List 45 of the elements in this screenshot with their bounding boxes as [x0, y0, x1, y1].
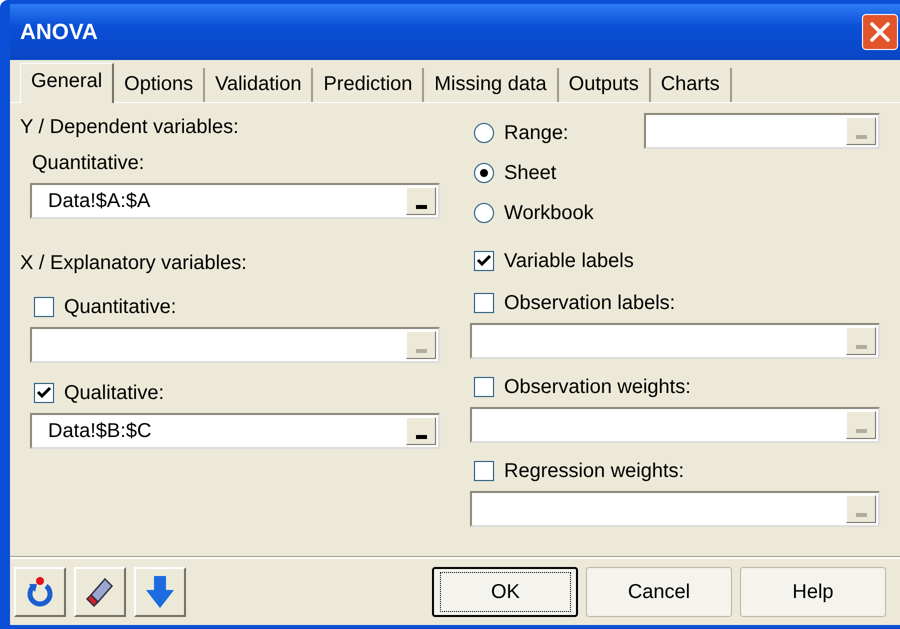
checkbox-label: Observation weights: [504, 376, 691, 398]
clear-button[interactable] [74, 567, 126, 617]
reset-button[interactable] [14, 567, 66, 617]
checkbox-label: Qualitative: [64, 382, 164, 404]
radio-label: Sheet [504, 162, 556, 184]
range-picker-button[interactable] [406, 417, 436, 445]
checkbox[interactable] [34, 383, 54, 403]
tab[interactable]: General [20, 63, 114, 103]
dialog-button[interactable]: Cancel [586, 567, 732, 617]
range-field[interactable] [644, 113, 880, 149]
checkbox[interactable] [474, 293, 494, 313]
checkbox[interactable] [474, 251, 494, 271]
checkbox[interactable] [34, 297, 54, 317]
range-field[interactable]: Data!$B:$C [30, 413, 440, 449]
range-field[interactable] [30, 327, 440, 363]
field-value: Data!$B:$C [47, 420, 152, 442]
radio-button[interactable] [474, 163, 494, 183]
window-title: ANOVA [20, 19, 98, 45]
checkbox[interactable] [474, 377, 494, 397]
range-field[interactable] [470, 323, 880, 359]
eraser-icon [85, 576, 115, 608]
dialog-button[interactable]: Help [740, 567, 886, 617]
range-picker-button[interactable] [406, 187, 436, 215]
close-icon [869, 21, 891, 43]
section-label: X / Explanatory variables: [20, 251, 248, 276]
checkbox-label: Observation labels: [504, 292, 676, 314]
range-field[interactable] [470, 491, 880, 527]
checkbox-label: Quantitative: [64, 296, 176, 318]
radio-label: Workbook [504, 202, 594, 224]
section-label: Y / Dependent variables: [20, 115, 240, 140]
field-value: Data!$A:$A [47, 190, 152, 212]
range-field[interactable]: Data!$A:$A [30, 183, 440, 219]
range-field[interactable] [470, 407, 880, 443]
radio-label: Range: [504, 122, 568, 144]
radio-button[interactable] [474, 203, 494, 223]
checkbox-label: Variable labels [504, 250, 634, 272]
field-label: Quantitative: [31, 151, 146, 176]
dialog-button[interactable]: OK [432, 567, 578, 617]
checkbox-label: Regression weights: [504, 460, 684, 482]
down-arrow-icon [144, 574, 176, 610]
radio-button[interactable] [474, 123, 494, 143]
refresh-icon [25, 576, 55, 608]
down-button[interactable] [134, 567, 186, 617]
close-button[interactable] [862, 14, 898, 50]
checkbox[interactable] [474, 461, 494, 481]
